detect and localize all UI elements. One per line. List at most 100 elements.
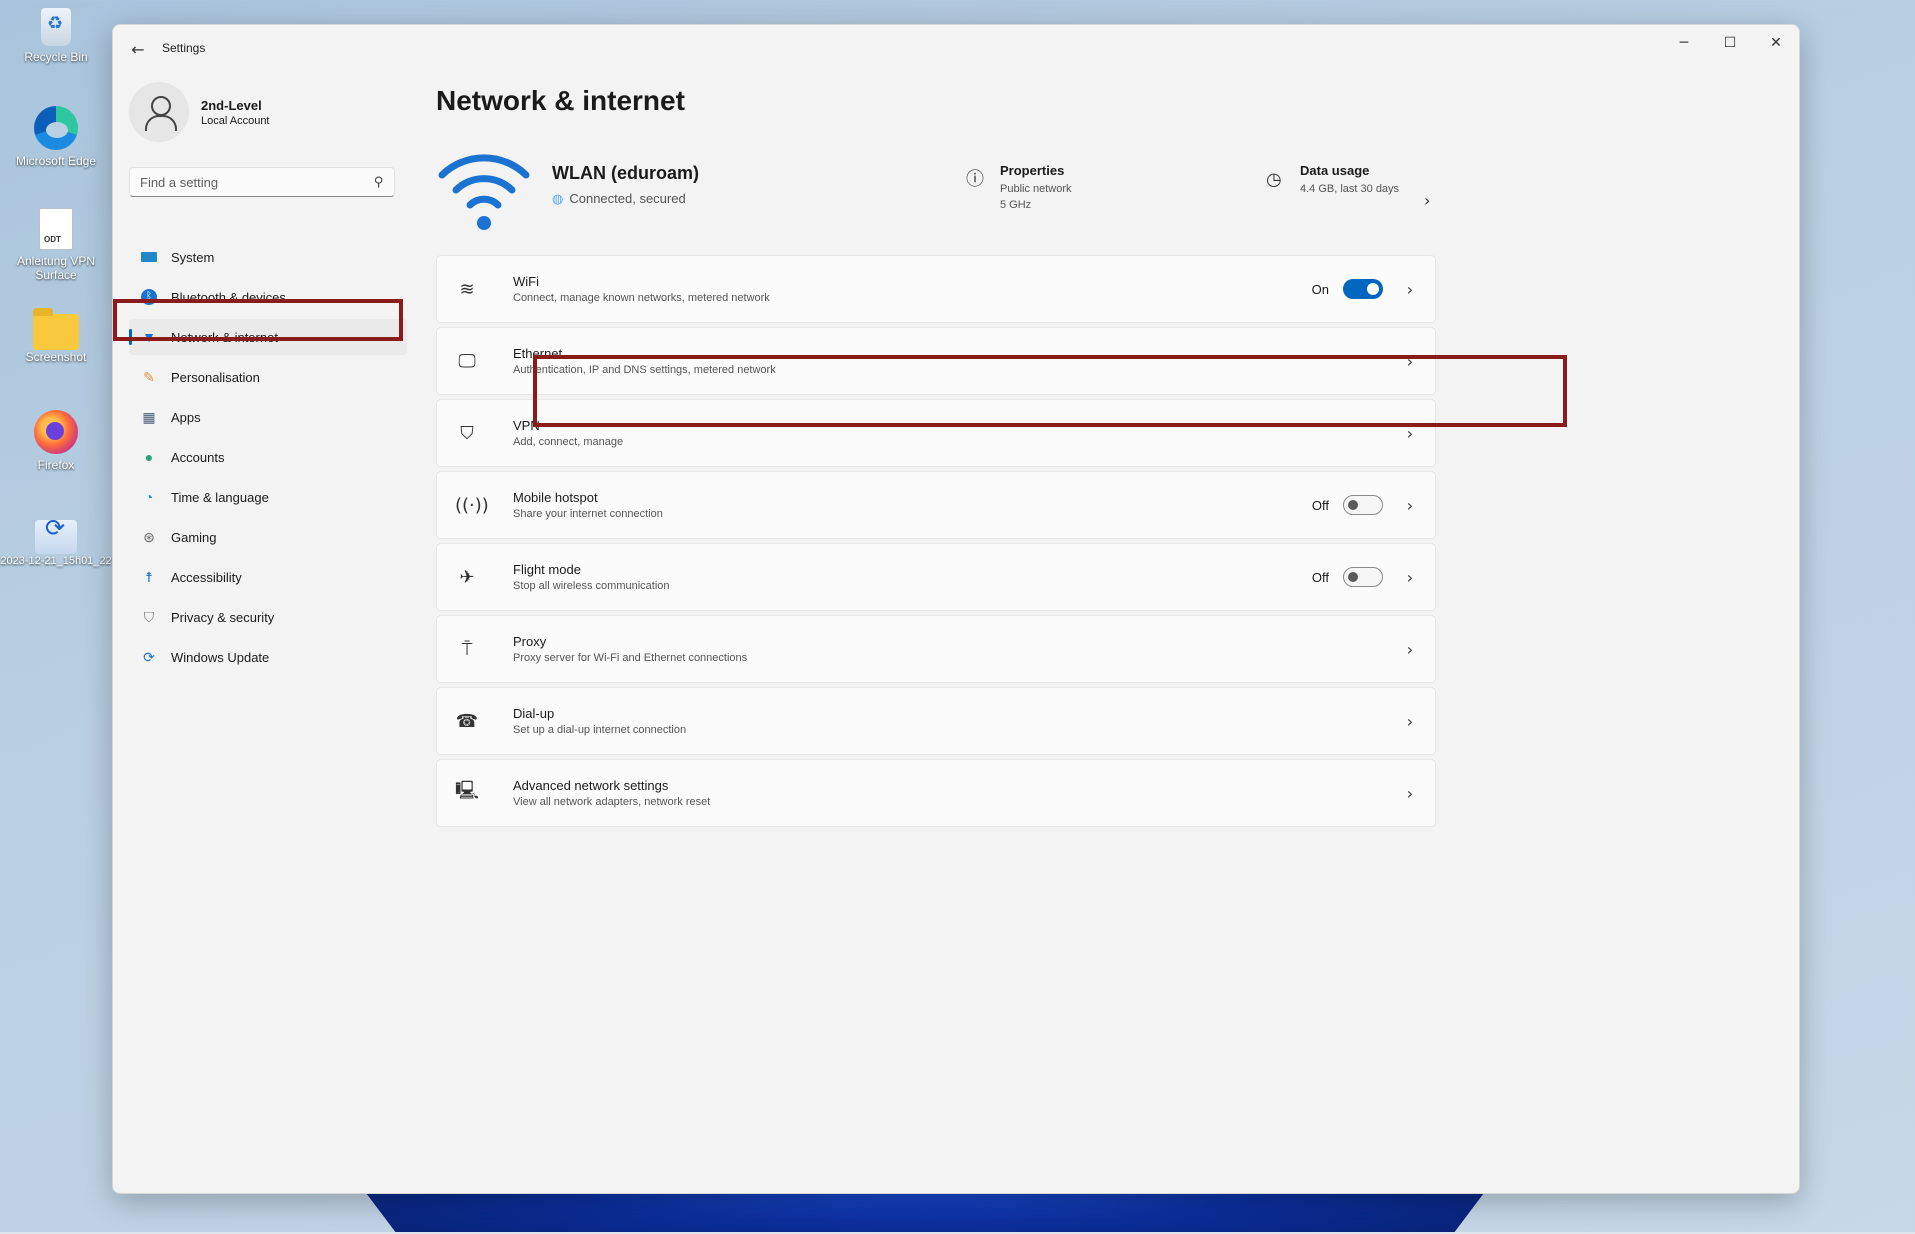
toggle-state-label: On bbox=[1311, 281, 1329, 297]
dialup-icon: ☎ bbox=[455, 710, 479, 732]
desktop-icon-update-file[interactable]: 2023-12-21_15h01_22 bbox=[0, 516, 112, 568]
app-title: Settings bbox=[162, 41, 206, 55]
data-usage-detail: 4.4 GB, last 30 days bbox=[1300, 183, 1400, 195]
proxy-icon: ⍑ bbox=[461, 638, 473, 660]
desktop-icon-edge[interactable]: Microsoft Edge bbox=[0, 106, 112, 168]
card-flight-mode[interactable]: ✈ Flight mode Stop all wireless communic… bbox=[436, 543, 1436, 611]
maximize-button[interactable]: ☐ bbox=[1707, 25, 1753, 61]
brush-icon: ✎ bbox=[143, 369, 155, 385]
desktop-icon-recycle-bin[interactable]: Recycle Bin bbox=[0, 8, 112, 64]
chevron-right-icon: › bbox=[1406, 567, 1414, 587]
properties-link[interactable]: ⓘ Properties Public network 5 GHz bbox=[966, 163, 1072, 213]
card-subtitle: Proxy server for Wi-Fi and Ethernet conn… bbox=[513, 652, 748, 664]
profile-subtitle: Local Account bbox=[201, 114, 270, 127]
sidebar-item-label: System bbox=[171, 249, 215, 265]
card-subtitle: Share your internet connection bbox=[513, 508, 663, 520]
card-subtitle: Set up a dial-up internet connection bbox=[513, 724, 687, 736]
maximize-icon: ☐ bbox=[1723, 35, 1737, 51]
advanced-network-icon: 🖳 bbox=[455, 780, 480, 801]
back-arrow-icon: ← bbox=[131, 40, 145, 59]
toggle-state-label: Off bbox=[1311, 569, 1329, 585]
data-usage-title: Data usage bbox=[1300, 163, 1370, 178]
desktop-icon-label: 2023-12-21_15h01_22 bbox=[0, 555, 112, 567]
sidebar-item-label: Privacy & security bbox=[171, 609, 275, 625]
sidebar-item-accounts[interactable]: ● Accounts bbox=[129, 439, 407, 475]
clock-icon: ◔ bbox=[144, 489, 154, 505]
connection-name: WLAN (eduroam) bbox=[552, 163, 699, 183]
edge-icon bbox=[34, 106, 78, 150]
system-icon bbox=[141, 252, 157, 262]
wifi-toggle[interactable] bbox=[1343, 279, 1383, 299]
card-title: Proxy bbox=[513, 634, 547, 649]
card-title: WiFi bbox=[513, 274, 539, 289]
sidebar-item-label: Time & language bbox=[171, 489, 269, 505]
card-wifi[interactable]: ≋ WiFi Connect, manage known networks, m… bbox=[436, 255, 1436, 323]
data-usage-link[interactable]: ◷ Data usage 4.4 GB, last 30 days bbox=[1266, 163, 1399, 197]
desktop-icon-label: Anleitung VPN Surface bbox=[16, 254, 96, 282]
airplane-icon: ✈ bbox=[459, 566, 475, 588]
desktop-icon-firefox[interactable]: Firefox bbox=[0, 410, 112, 472]
card-dial-up[interactable]: ☎ Dial-up Set up a dial-up internet conn… bbox=[436, 687, 1436, 755]
card-mobile-hotspot[interactable]: ((·)) Mobile hotspot Share your internet… bbox=[436, 471, 1436, 539]
chevron-right-icon[interactable]: › bbox=[1424, 191, 1430, 210]
mobile-hotspot-toggle[interactable] bbox=[1343, 495, 1383, 515]
desktop-icon-label: Screenshot bbox=[25, 350, 87, 364]
connection-status-text: Connected, secured bbox=[569, 191, 686, 206]
page-title: Network & internet bbox=[436, 85, 685, 116]
avatar bbox=[129, 82, 189, 142]
card-subtitle: Stop all wireless communication bbox=[513, 580, 670, 592]
wifi-large-icon bbox=[438, 154, 530, 230]
profile[interactable]: 2nd-Level Local Account bbox=[129, 82, 270, 142]
sidebar-item-system[interactable]: System bbox=[129, 239, 407, 275]
wifi-icon: ≋ bbox=[459, 278, 475, 300]
apps-icon: ▦ bbox=[142, 409, 156, 425]
chevron-right-icon: › bbox=[1406, 495, 1414, 515]
card-proxy[interactable]: ⍑ Proxy Proxy server for Wi-Fi and Ether… bbox=[436, 615, 1436, 683]
close-icon: ✕ bbox=[1770, 35, 1782, 51]
sidebar-item-label: Accounts bbox=[171, 449, 225, 465]
sidebar-item-windows-update[interactable]: ⟳ Windows Update bbox=[129, 639, 407, 675]
update-icon: ⟳ bbox=[143, 649, 155, 665]
ethernet-icon: 🖵 bbox=[458, 350, 476, 372]
sidebar-item-time-language[interactable]: ◔ Time & language bbox=[129, 479, 407, 515]
sidebar-item-label: Apps bbox=[171, 409, 201, 425]
highlight-box-network bbox=[113, 299, 403, 341]
window-controls: ─ ☐ ✕ bbox=[1661, 25, 1799, 61]
toggle-state-label: Off bbox=[1311, 497, 1329, 513]
sidebar-item-privacy-security[interactable]: ⛉ Privacy & security bbox=[129, 599, 407, 635]
back-button[interactable]: ← bbox=[127, 39, 149, 61]
info-icon: ⓘ bbox=[966, 169, 984, 190]
desktop-icon-label: Microsoft Edge bbox=[15, 154, 97, 168]
card-subtitle: Add, connect, manage bbox=[513, 436, 624, 448]
hotspot-icon: ((·)) bbox=[455, 494, 489, 516]
settings-cards: ≋ WiFi Connect, manage known networks, m… bbox=[436, 255, 1436, 831]
sidebar-item-apps[interactable]: ▦ Apps bbox=[129, 399, 407, 435]
recycle-bin-icon bbox=[41, 8, 71, 46]
sidebar-item-label: Gaming bbox=[171, 529, 217, 545]
card-title: Flight mode bbox=[513, 562, 581, 577]
sidebar-item-label: Windows Update bbox=[171, 649, 270, 665]
vpn-shield-icon: ⛉ bbox=[460, 422, 474, 444]
highlight-box-ethernet bbox=[533, 355, 1567, 427]
desktop-icon-screenshot[interactable]: Screenshot bbox=[0, 308, 112, 364]
card-subtitle: Connect, manage known networks, metered … bbox=[513, 292, 770, 304]
close-button[interactable]: ✕ bbox=[1753, 25, 1799, 61]
search-input[interactable] bbox=[140, 174, 375, 190]
search-box[interactable]: ⚲ bbox=[129, 167, 395, 197]
search-icon[interactable]: ⚲ bbox=[374, 175, 384, 190]
properties-title: Properties bbox=[1000, 163, 1065, 178]
card-advanced-network[interactable]: 🖳 Advanced network settings View all net… bbox=[436, 759, 1436, 827]
chevron-right-icon: › bbox=[1406, 711, 1414, 731]
flight-mode-toggle[interactable] bbox=[1343, 567, 1383, 587]
odt-file-icon bbox=[39, 208, 73, 250]
accessibility-icon: ☨ bbox=[145, 569, 153, 585]
sidebar-item-personalisation[interactable]: ✎ Personalisation bbox=[129, 359, 407, 395]
desktop-icon-anleitung[interactable]: Anleitung VPN Surface bbox=[0, 208, 112, 282]
sidebar-item-gaming[interactable]: ⊛ Gaming bbox=[129, 519, 407, 555]
sidebar-item-label: Accessibility bbox=[171, 569, 242, 585]
card-title: Dial-up bbox=[513, 706, 555, 721]
title-bar: ← Settings ─ ☐ ✕ bbox=[113, 25, 1799, 73]
settings-window: ← Settings ─ ☐ ✕ 2nd-Level Local Account… bbox=[112, 24, 1800, 1194]
minimize-button[interactable]: ─ bbox=[1661, 25, 1707, 61]
sidebar-item-accessibility[interactable]: ☨ Accessibility bbox=[129, 559, 407, 595]
